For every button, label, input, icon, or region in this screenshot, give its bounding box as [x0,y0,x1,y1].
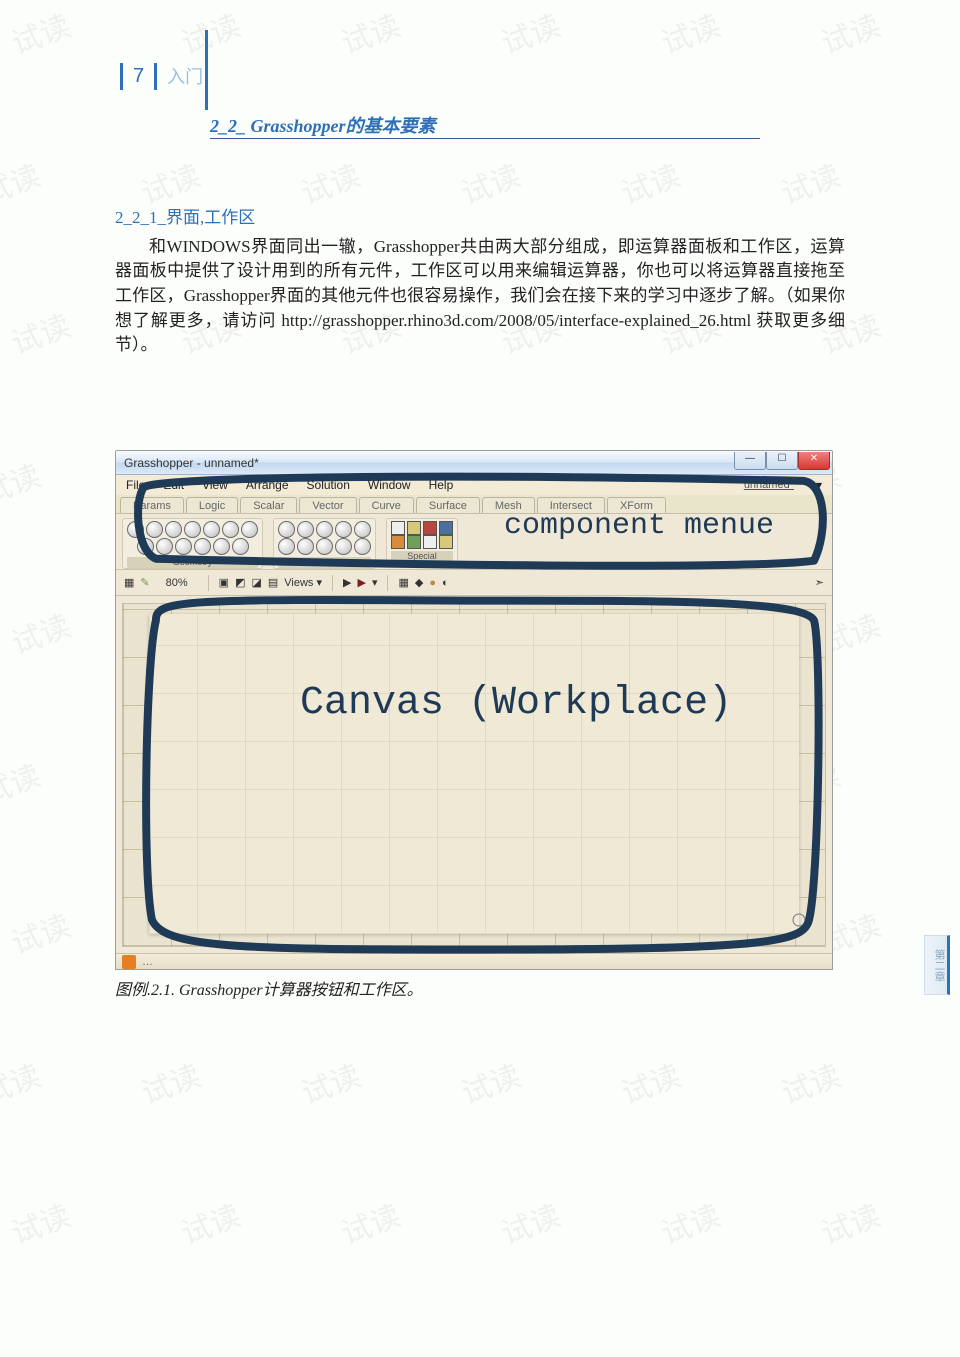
component-icon[interactable] [213,538,230,555]
nav-icon[interactable]: ▤ [268,576,278,589]
preview-icon[interactable]: ◐ [442,577,449,589]
component-icon[interactable] [391,521,405,535]
menu-help[interactable]: Help [429,478,454,492]
tab-vector[interactable]: Vector [299,497,356,513]
section-underline [210,138,760,139]
tab-curve[interactable]: Curve [359,497,414,513]
component-icon[interactable] [335,521,352,538]
figure-caption: 图例.2.1. Grasshopper计算器按钮和工作区。 [115,976,833,1000]
preview-icon[interactable]: ◆ [415,576,423,589]
canvas-area[interactable] [122,603,826,947]
shelf-group-special: Special [386,518,458,563]
component-icon[interactable] [297,521,314,538]
menu-window[interactable]: Window [368,478,411,492]
menu-arrange[interactable]: Arrange [246,478,289,492]
component-icon[interactable] [423,535,437,549]
page-header: 7 入门 [0,30,960,130]
component-icon[interactable] [146,521,163,538]
shelf-group-primitive: Primitive [273,518,376,569]
shelf-group-geometry: Geometry [122,518,263,569]
titlebar[interactable]: Grasshopper - unnamed* — ☐ ✕ [116,451,832,475]
compass-icon[interactable]: ➣ [815,576,824,589]
component-icon[interactable] [194,538,211,555]
chapter-side-tab: 第二章 [924,935,950,995]
nav-icon[interactable]: ◪ [251,576,261,589]
sketch-icon[interactable]: ✎ [140,576,149,589]
canvas-sheet[interactable] [149,614,799,934]
component-icon[interactable] [423,521,437,535]
component-icon[interactable] [335,538,352,555]
component-icon[interactable] [391,535,405,549]
group-label[interactable]: Geometry [127,557,258,568]
component-icon[interactable] [184,521,201,538]
component-icon[interactable] [297,538,314,555]
canvas-toolbar: ▦ ✎ 80% ▣ ◩ ◪ ▤ Views ▾ ▶ ▶ ▾ ▦ ◆ ● ◐ ➣ [116,570,832,596]
component-icon[interactable] [439,535,453,549]
group-label[interactable]: Primitive [278,557,371,568]
menu-solution[interactable]: Solution [307,478,350,492]
status-text: … [142,956,153,968]
dropdown-icon[interactable]: ▾ [372,576,378,589]
component-icon[interactable] [278,521,295,538]
compass-circle-icon [791,912,807,928]
component-icon[interactable] [175,538,192,555]
component-icon[interactable] [354,521,371,538]
window-title: Grasshopper - unnamed* [124,456,259,470]
nav-icon[interactable]: ◩ [235,576,245,589]
component-icon[interactable] [232,538,249,555]
preview-icon[interactable]: ▦ [398,576,408,589]
component-icon[interactable] [278,538,295,555]
menu-edit[interactable]: Edit [163,478,184,492]
views-dropdown[interactable]: Views ▾ [284,576,322,589]
maximize-button[interactable]: ☐ [766,452,798,470]
component-icon[interactable] [439,521,453,535]
section-title: 2_2_ Grasshopper的基本要素 [210,112,436,138]
component-icon[interactable] [222,521,239,538]
document-name[interactable]: unnamed* [744,479,794,491]
body-text: 2_2_1_界面,工作区 和WINDOWS界面同出一辙，Grasshopper共… [115,206,845,358]
menu-view[interactable]: View [202,478,228,492]
component-icon[interactable] [354,538,371,555]
component-icon[interactable] [407,521,421,535]
statusbar: … [116,953,832,969]
tab-params[interactable]: Params [120,497,184,513]
component-icon[interactable] [316,538,333,555]
rss-icon[interactable] [122,955,136,969]
tab-surface[interactable]: Surface [416,497,480,513]
body-paragraph: 和WINDOWS界面同出一辙，Grasshopper共由两大部分组成，即运算器面… [115,235,845,358]
tab-scalar[interactable]: Scalar [240,497,297,513]
minimize-button[interactable]: — [734,452,766,470]
zoom-level[interactable]: 80% [156,576,198,590]
menu-file[interactable]: File [126,478,145,492]
component-icon[interactable] [127,521,144,538]
play-icon[interactable]: ▶ [343,576,351,589]
tab-logic[interactable]: Logic [186,497,238,513]
component-icon[interactable] [241,521,258,538]
grasshopper-window: Grasshopper - unnamed* — ☐ ✕ File Edit V… [115,450,833,970]
header-rule [205,30,208,110]
page-number: 7 [120,63,157,90]
annotation-canvas-label: Canvas (Workplace) [300,681,732,726]
annotation-component-menu: component menue [504,509,774,543]
component-icon[interactable] [137,538,154,555]
component-icon[interactable] [407,535,421,549]
figure-2-1: Grasshopper - unnamed* — ☐ ✕ File Edit V… [115,450,833,1000]
nav-icon[interactable]: ▣ [219,576,229,589]
preview-icon[interactable]: ● [429,577,436,589]
subsection-title: 2_2_1_界面,工作区 [115,206,845,231]
menubar: File Edit View Arrange Solution Window H… [116,475,832,495]
group-label[interactable]: Special [391,551,453,562]
component-icon[interactable] [156,538,173,555]
open-icon[interactable]: ▦ [124,576,134,589]
page-label: 入门 [167,63,203,89]
component-icon[interactable] [203,521,220,538]
doc-dropdown-icon[interactable]: ▾ [816,478,822,492]
play-alt-icon[interactable]: ▶ [357,576,365,589]
close-button[interactable]: ✕ [798,452,830,470]
component-icon[interactable] [316,521,333,538]
component-icon[interactable] [165,521,182,538]
